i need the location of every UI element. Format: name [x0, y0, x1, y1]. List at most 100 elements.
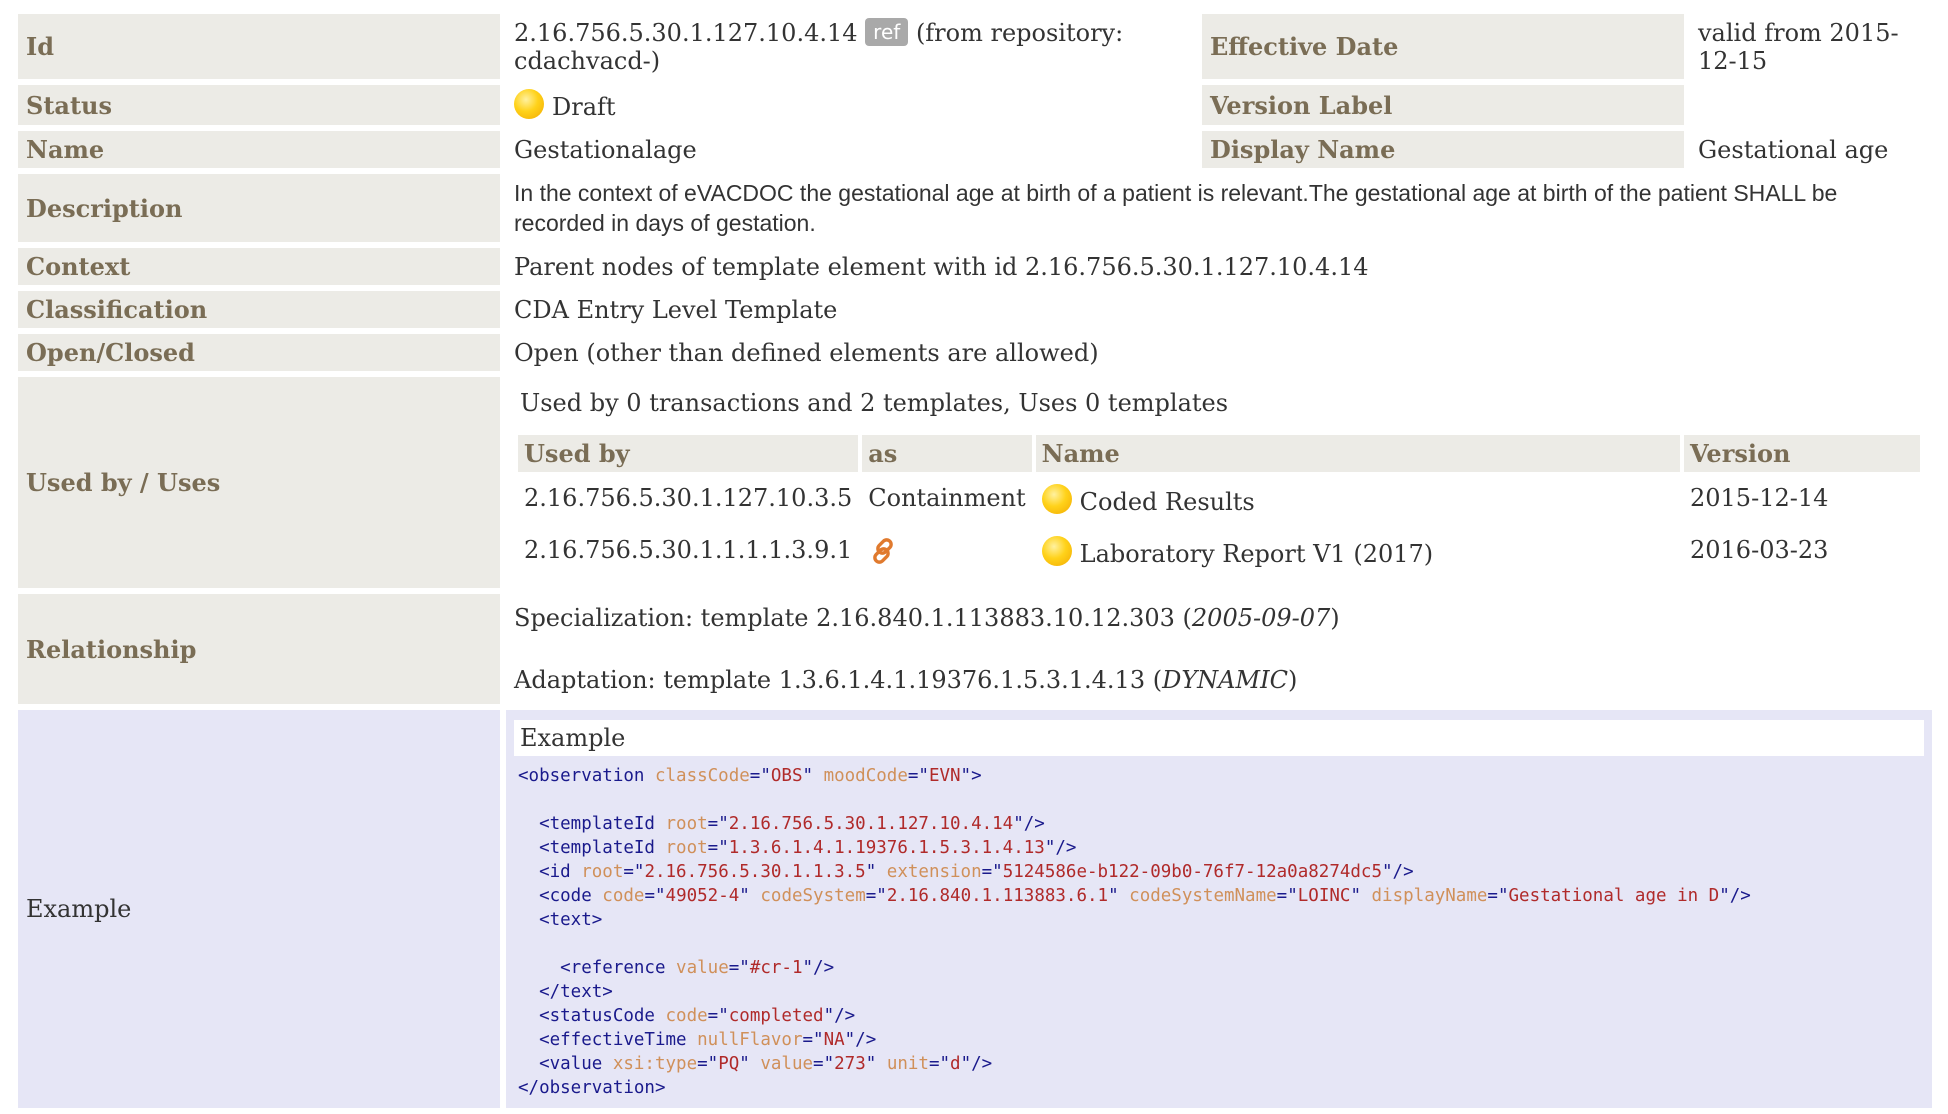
usage-table: Used by as Name Version 2.16.756.5.30.1.…	[514, 431, 1924, 582]
code-text: "	[1108, 886, 1130, 906]
code-text: ="	[928, 1054, 951, 1074]
code-attribute-value: 2.16.756.5.30.1.1.3.5	[644, 862, 866, 882]
open-closed-label: Open/Closed	[18, 334, 500, 371]
code-attribute: codeSystemName	[1129, 886, 1277, 906]
code-text: "/>	[823, 1006, 856, 1026]
code-attribute: value	[676, 958, 729, 978]
code-attribute: root	[581, 862, 624, 882]
code-text: ="	[1276, 886, 1298, 906]
usage-name-link[interactable]: Coded Results	[1080, 488, 1255, 516]
adaptation-text: Adaptation: template 1.3.6.1.4.1.19376.1…	[514, 666, 1163, 694]
code-text: ">	[960, 766, 982, 786]
link-icon[interactable]	[868, 536, 898, 566]
code-text: <value	[518, 1054, 613, 1074]
description-label: Description	[18, 174, 500, 242]
id-label: Id	[18, 14, 500, 79]
code-line: <templateId root="2.16.756.5.30.1.127.10…	[518, 814, 1045, 834]
row-classification: Classification CDA Entry Level Template	[18, 291, 1932, 328]
id-value: 2.16.756.5.30.1.127.10.4.14	[514, 19, 858, 47]
ref-badge[interactable]: ref	[865, 18, 909, 46]
code-text: ="	[813, 1054, 835, 1074]
version-label-value	[1690, 85, 1932, 125]
code-line: <value xsi:type="PQ" value="273" unit="d…	[518, 1054, 992, 1074]
code-text: "/>	[1719, 886, 1751, 906]
code-text: ="	[981, 862, 1003, 882]
usage-as-cell	[862, 528, 1031, 578]
code-text: ="	[728, 958, 750, 978]
row-name: Name Gestationalage Display Name Gestati…	[18, 131, 1932, 168]
display-name-label: Display Name	[1202, 131, 1684, 168]
code-text: <effectiveTime	[518, 1030, 698, 1050]
adaptation-line: Adaptation: template 1.3.6.1.4.1.19376.1…	[514, 660, 1924, 700]
code-attribute-value: 2.16.756.5.30.1.127.10.4.14	[728, 814, 1014, 834]
code-attribute: nullFlavor	[697, 1030, 803, 1050]
usage-name-link[interactable]: Laboratory Report V1 (2017)	[1080, 540, 1433, 568]
code-line: </text>	[518, 982, 613, 1002]
code-text: "/>	[1044, 838, 1077, 858]
code-text: "	[1350, 886, 1372, 906]
usage-used-by-link[interactable]: 2.16.756.5.30.1.127.10.3.5	[518, 476, 858, 524]
code-attribute: code	[602, 886, 645, 906]
relationship-value: Specialization: template 2.16.840.1.1138…	[506, 594, 1932, 704]
code-attribute: classCode	[654, 766, 750, 786]
code-text: "/>	[1013, 814, 1045, 834]
code-text: ="	[865, 886, 887, 906]
usage-version: 2016-03-23	[1690, 536, 1829, 564]
classification-label: Classification	[18, 291, 500, 328]
row-status: Status Draft Version Label	[18, 85, 1932, 125]
code-line: <statusCode code="completed"/>	[518, 1006, 855, 1026]
context-value: Parent nodes of template element with id…	[506, 248, 1932, 285]
code-attribute-value: PQ	[718, 1054, 740, 1074]
usage-header-as: as	[862, 435, 1032, 472]
usage-cell: Used by 0 transactions and 2 templates, …	[506, 377, 1932, 588]
code-attribute-value: #cr-1	[749, 958, 803, 978]
code-text: ="	[697, 1054, 719, 1074]
adaptation-date: DYNAMIC	[1162, 666, 1288, 694]
context-label: Context	[18, 248, 500, 285]
code-attribute: code	[665, 1006, 708, 1026]
example-title: Example	[514, 720, 1924, 756]
code-text: <observation	[518, 766, 655, 786]
code-attribute: root	[665, 838, 708, 858]
code-line: </observation>	[518, 1078, 666, 1098]
open-closed-value: Open (other than defined elements are al…	[506, 334, 1932, 371]
description-value: In the context of eVACDOC the gestationa…	[506, 174, 1932, 242]
status-draft-icon	[1041, 536, 1072, 566]
relationship-label: Relationship	[18, 594, 500, 704]
example-code-block[interactable]: <observation classCode="OBS" moodCode="E…	[514, 764, 1924, 1100]
display-name-value: Gestational age	[1690, 131, 1932, 168]
code-text: ="	[1487, 886, 1509, 906]
template-detail-page: Id 2.16.756.5.30.1.127.10.4.14 ref (from…	[12, 8, 1938, 1114]
example-cell: Example <observation classCode="OBS" moo…	[506, 710, 1932, 1108]
row-usage: Used by / Uses Used by 0 transactions an…	[18, 377, 1932, 588]
code-text: <templateId	[518, 814, 666, 834]
code-line: <templateId root="1.3.6.1.4.1.19376.1.5.…	[518, 838, 1076, 858]
row-context: Context Parent nodes of template element…	[18, 248, 1932, 285]
code-text: <statusCode	[518, 1006, 666, 1026]
code-line: <effectiveTime nullFlavor="NA"/>	[518, 1030, 876, 1050]
code-text: <code	[518, 886, 603, 906]
name-label: Name	[18, 131, 500, 168]
status-value-cell: Draft	[506, 85, 1196, 125]
code-attribute: xsi:type	[612, 1054, 698, 1074]
usage-header-row: Used by as Name Version	[518, 435, 1920, 472]
code-text: "/>	[960, 1054, 993, 1074]
code-attribute-value: 273	[834, 1054, 866, 1074]
code-text: ="	[644, 886, 666, 906]
close-paren: )	[1287, 666, 1298, 694]
specialization-date: 2005-09-07	[1191, 604, 1331, 632]
row-id: Id 2.16.756.5.30.1.127.10.4.14 ref (from…	[18, 14, 1932, 79]
template-detail-table: Id 2.16.756.5.30.1.127.10.4.14 ref (from…	[12, 8, 1938, 1114]
usage-used-by-link[interactable]: 2.16.756.5.30.1.1.1.1.3.9.1	[518, 528, 858, 578]
usage-label: Used by / Uses	[18, 377, 500, 588]
row-example: Example Example <observation classCode="…	[18, 710, 1932, 1108]
code-line: <observation classCode="OBS" moodCode="E…	[518, 766, 982, 786]
effective-date-label: Effective Date	[1202, 14, 1684, 79]
classification-value: CDA Entry Level Template	[506, 291, 1932, 328]
usage-summary: Used by 0 transactions and 2 templates, …	[520, 389, 1229, 417]
specialization-text: Specialization: template 2.16.840.1.1138…	[514, 604, 1192, 632]
code-text: <templateId	[518, 838, 666, 858]
code-text: <id	[518, 862, 582, 882]
usage-header-used-by: Used by	[518, 435, 859, 472]
code-text: ="	[749, 766, 771, 786]
